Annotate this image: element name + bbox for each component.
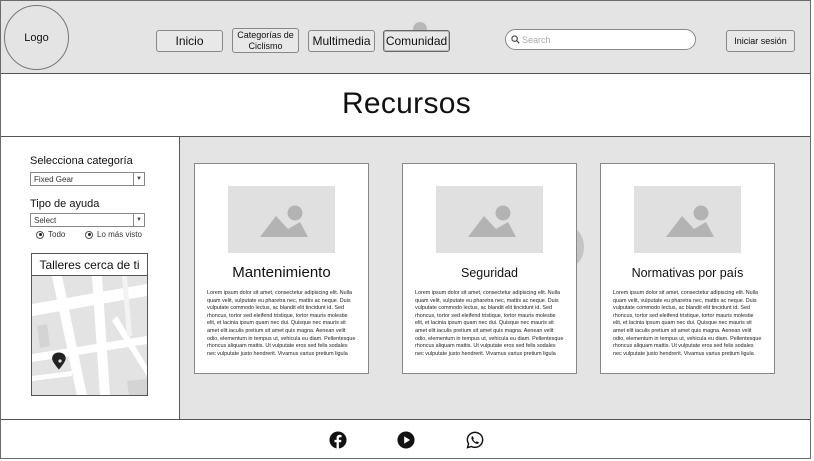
nav-multimedia-button[interactable]: Multimedia [308,30,375,52]
sidebar: Selecciona categoría Fixed Gear ▼ Tipo d… [1,137,180,419]
help-type-select-value: Select [34,215,57,225]
facebook-icon[interactable] [329,431,347,449]
title-band: Recursos [1,74,810,137]
chevron-down-icon: ▼ [133,173,144,185]
nav-inicio-button[interactable]: Inicio [156,30,223,52]
image-placeholder-icon [468,205,516,237]
resource-card[interactable]: Mantenimiento Lorem ipsum dolor sit amet… [194,163,369,374]
resources-panel: Mantenimiento Lorem ipsum dolor sit amet… [180,137,810,419]
footer [1,419,810,458]
category-label: Selecciona categoría [30,155,133,167]
resource-card[interactable]: Seguridad Lorem ipsum dolor sit amet, co… [402,163,577,374]
card-image [436,186,543,253]
login-button[interactable]: Iniciar sesión [726,30,795,52]
radio-button-icon [36,230,44,239]
card-image [228,186,335,253]
map-image[interactable] [32,276,147,396]
resource-card[interactable]: Normativas por país Lorem ipsum dolor si… [600,163,775,374]
nav-comunidad-button[interactable]: Comunidad [383,30,450,52]
map-title: Talleres cerca de ti [32,254,147,276]
radio-lo-mas-visto[interactable]: Lo más visto [85,230,142,239]
nav-categorias-label-line2: Ciclismo [248,40,283,51]
category-select-value: Fixed Gear [34,174,74,184]
image-placeholder-icon [666,205,714,237]
radio-todo-label: Todo [48,230,66,239]
page-title: Recursos [341,87,472,120]
header: Logo Inicio Categorías de Ciclismo Multi… [1,1,810,74]
map-widget[interactable]: Talleres cerca de ti [31,253,148,396]
image-placeholder-icon [260,205,308,237]
help-type-label: Tipo de ayuda [30,198,100,210]
search-input[interactable] [522,34,682,45]
youtube-icon[interactable] [397,431,415,449]
radio-todo[interactable]: Todo [36,230,65,239]
card-title: Normativas por país [631,266,744,280]
category-select[interactable]: Fixed Gear ▼ [30,172,145,186]
card-title: Mantenimiento [232,264,331,281]
radio-lo-mas-visto-label: Lo más visto [97,230,142,239]
card-title: Seguridad [461,266,518,280]
radio-button-icon [85,230,93,239]
card-image [634,186,741,253]
nav-categorias-label-line1: Categorías de [237,29,294,40]
card-body: Lorem ipsum dolor sit amet, consectetur … [415,290,564,357]
logo[interactable]: Logo [4,5,69,70]
chevron-down-icon: ▼ [133,214,144,226]
card-body: Lorem ipsum dolor sit amet, consectetur … [207,290,356,357]
help-type-select[interactable]: Select ▼ [30,213,145,227]
card-body: Lorem ipsum dolor sit amet, consectetur … [613,290,762,357]
search-icon [511,35,520,44]
nav-categorias-button[interactable]: Categorías de Ciclismo [232,28,299,53]
search-bar[interactable] [505,29,696,50]
page-frame: Logo Inicio Categorías de Ciclismo Multi… [0,0,811,459]
whatsapp-icon[interactable] [466,431,484,449]
